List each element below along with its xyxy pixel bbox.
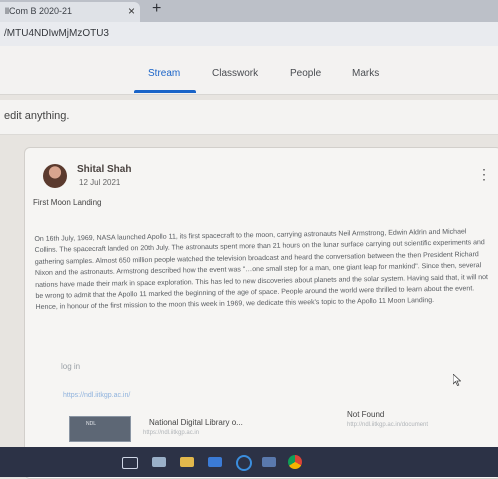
post-link[interactable]: https://ndl.iitkgp.ac.in/ xyxy=(63,392,130,399)
stream-banner: edit anything. xyxy=(0,100,498,135)
file-explorer-icon[interactable] xyxy=(180,457,194,467)
mouse-cursor-icon xyxy=(453,374,461,386)
tab-people[interactable]: People xyxy=(290,68,321,79)
close-tab-icon[interactable]: × xyxy=(128,4,135,18)
attachment-not-found-url: http://ndl.iitkgp.ac.in/document xyxy=(347,422,429,428)
browser-tab-title: llCom B 2020-21 xyxy=(5,6,73,16)
thumbnail-label: NDL xyxy=(86,421,97,427)
log-in-link[interactable]: log in xyxy=(61,362,80,371)
attachment-thumbnail[interactable]: NDL xyxy=(69,416,131,442)
edge-icon[interactable] xyxy=(236,455,252,471)
post-author: Shital Shah xyxy=(77,164,132,175)
tab-classwork[interactable]: Classwork xyxy=(212,68,258,79)
active-tab-indicator xyxy=(134,90,196,93)
url-text[interactable]: /MTU4NDIwMjMzOTU3 xyxy=(4,28,109,39)
attachment-not-found-title[interactable]: Not Found xyxy=(347,410,384,419)
announcement-card: Shital Shah 12 Jul 2021 ⋮ First Moon Lan… xyxy=(24,147,498,479)
chrome-icon[interactable] xyxy=(288,455,302,469)
post-title: First Moon Landing xyxy=(33,198,102,207)
new-tab-icon[interactable]: + xyxy=(152,0,161,18)
calculator-icon[interactable] xyxy=(152,457,166,467)
mail-icon[interactable] xyxy=(208,457,222,467)
tab-stream[interactable]: Stream xyxy=(148,68,180,79)
more-options-icon[interactable]: ⋮ xyxy=(477,166,491,183)
post-date: 12 Jul 2021 xyxy=(79,178,121,187)
task-view-icon[interactable] xyxy=(122,457,138,469)
browser-tab[interactable]: llCom B 2020-21 × xyxy=(0,2,140,22)
avatar xyxy=(43,164,67,188)
classroom-nav-bar: Stream Classwork People Marks xyxy=(0,46,498,95)
attachment-url: https://ndl.iitkgp.ac.in xyxy=(143,430,200,436)
tab-marks[interactable]: Marks xyxy=(352,68,379,79)
attachment-title[interactable]: National Digital Library o... xyxy=(149,418,243,427)
post-body: On 16th July, 1969, NASA launched Apollo… xyxy=(34,228,489,312)
address-bar[interactable]: /MTU4NDIwMjMzOTU3 xyxy=(0,22,498,46)
windows-taskbar xyxy=(0,447,498,477)
store-icon[interactable] xyxy=(262,457,276,467)
browser-tab-strip: llCom B 2020-21 × + xyxy=(0,0,498,22)
banner-text: edit anything. xyxy=(4,110,70,122)
